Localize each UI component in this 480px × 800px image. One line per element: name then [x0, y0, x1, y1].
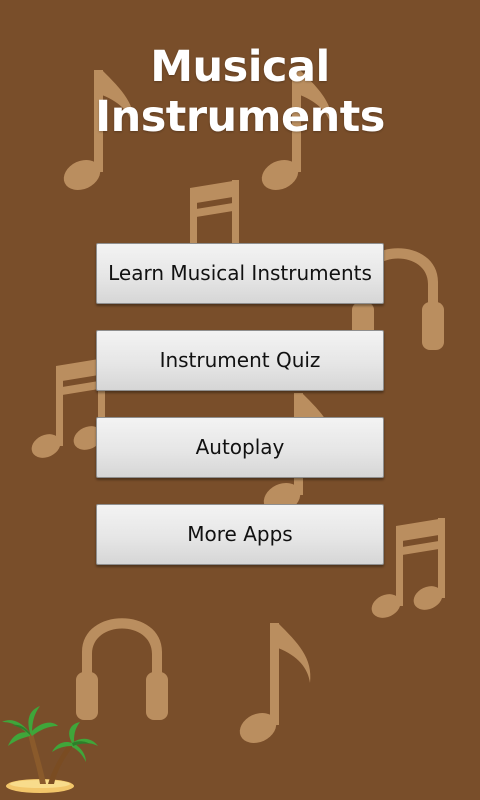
eighth-note-icon [234, 623, 311, 749]
autoplay-button[interactable]: Autoplay [96, 417, 384, 478]
main-menu: Learn Musical Instruments Instrument Qui… [96, 243, 384, 591]
more-apps-button[interactable]: More Apps [96, 504, 384, 565]
beamed-notes-icon [27, 358, 107, 463]
app-title: Musical Instruments [95, 42, 385, 142]
instrument-quiz-button[interactable]: Instrument Quiz [96, 330, 384, 391]
main-screen: Musical Instruments Learn Musical Instru… [0, 0, 480, 800]
learn-instruments-button[interactable]: Learn Musical Instruments [96, 243, 384, 304]
palm-tree-icon[interactable] [0, 700, 100, 800]
